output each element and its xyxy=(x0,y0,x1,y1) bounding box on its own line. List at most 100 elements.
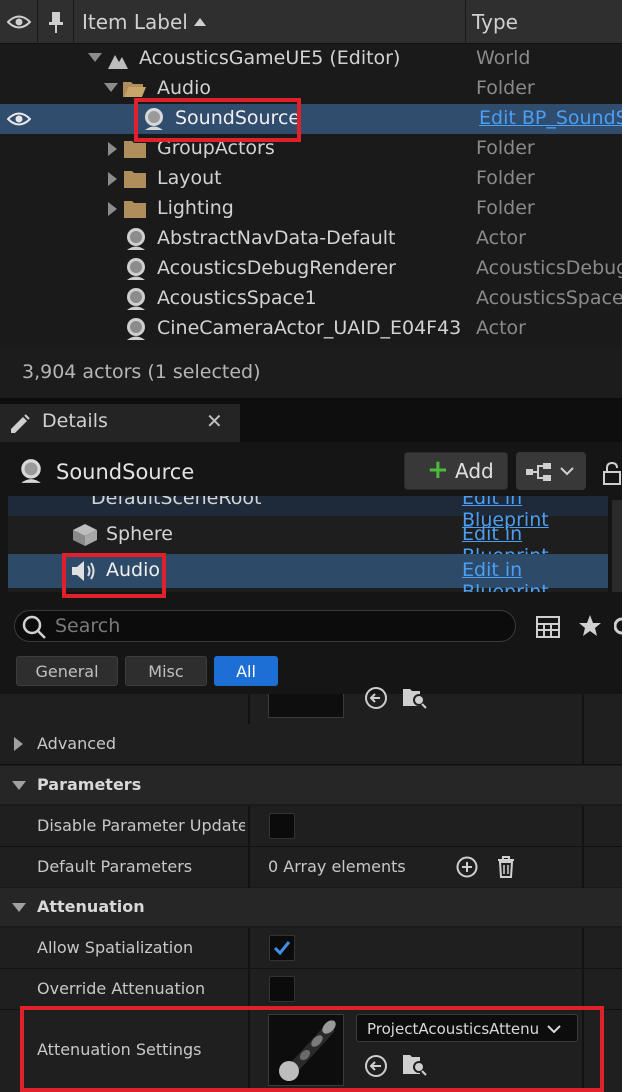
static-mesh-icon xyxy=(73,524,97,546)
outliner-row-abstractnavdata[interactable]: AbstractNavData-Default Actor xyxy=(0,224,622,254)
table-view-icon[interactable] xyxy=(536,616,560,638)
outliner-row-type: AcousticsDebugRenderer xyxy=(476,257,622,279)
outliner-row-world[interactable]: AcousticsGameUE5 (Editor) World xyxy=(0,44,622,74)
array-elements-text: 0 Array elements xyxy=(268,857,406,876)
divider xyxy=(0,764,622,765)
filter-all[interactable]: All xyxy=(214,656,278,686)
outliner-row-label: Layout xyxy=(157,167,222,189)
edit-in-blueprint-link[interactable]: Edit in Blueprint xyxy=(462,559,608,592)
property-attenuation-settings: Attenuation Settings ProjectAcousticsAtt… xyxy=(0,1010,622,1092)
property-allow-spatialization: Allow Spatialization xyxy=(0,928,622,968)
expand-arrow-icon[interactable] xyxy=(14,737,23,751)
details-search[interactable] xyxy=(14,610,516,642)
outliner-row-layout[interactable]: Layout Folder xyxy=(0,164,622,194)
trash-icon[interactable] xyxy=(496,855,516,879)
outliner-row-cinecameraactor[interactable]: CineCameraActor_UAID_E04F43E6 Actor xyxy=(0,314,622,344)
expand-arrow-icon[interactable] xyxy=(108,202,117,216)
component-label: Audio xyxy=(106,559,161,581)
blueprint-options-button[interactable] xyxy=(516,452,586,490)
override-attenuation-checkbox[interactable] xyxy=(269,976,295,1002)
close-icon[interactable]: ✕ xyxy=(206,409,223,433)
folder-icon xyxy=(124,201,146,218)
outliner-row-type: Folder xyxy=(476,197,535,219)
property-label: Attenuation Settings xyxy=(37,1040,202,1059)
component-row-audio[interactable]: Audio Edit in Blueprint xyxy=(8,554,608,592)
outliner-row-label: AbstractNavData-Default xyxy=(157,227,396,249)
collapse-arrow-icon[interactable] xyxy=(12,781,26,790)
outliner-row-label: SoundSource xyxy=(175,107,301,129)
type-header-text: Type xyxy=(472,10,518,34)
outliner-row-label: CineCameraActor_UAID_E04F43E6 xyxy=(157,317,463,339)
item-label-column-header[interactable]: Item Label xyxy=(74,0,466,44)
component-row-defaultsceneroot[interactable]: DefaultSceneRoot Edit in Blueprint xyxy=(8,496,608,531)
pin-icon xyxy=(48,12,63,33)
details-tab-bar: Details ✕ xyxy=(0,398,622,442)
eye-icon[interactable] xyxy=(7,111,31,127)
add-element-icon[interactable] xyxy=(456,856,478,878)
asset-thumbnail[interactable] xyxy=(268,694,344,718)
use-selected-asset-icon[interactable] xyxy=(364,1054,388,1078)
outliner-row-type: Folder xyxy=(476,167,535,189)
property-row-partial xyxy=(0,687,622,724)
outliner-row-lighting[interactable]: Lighting Folder xyxy=(0,194,622,224)
expand-arrow-icon[interactable] xyxy=(108,142,117,156)
outliner-status-bar: 3,904 actors (1 selected) xyxy=(0,348,622,398)
outliner-row-audio-folder[interactable]: Audio Folder xyxy=(0,74,622,104)
category-label: Parameters xyxy=(37,775,142,794)
folder-icon xyxy=(124,141,146,158)
reset-arrow-icon[interactable] xyxy=(364,686,388,710)
expand-arrow-icon[interactable] xyxy=(108,172,117,186)
eye-icon xyxy=(6,15,31,29)
edit-blueprint-link[interactable]: Edit BP_SoundSource xyxy=(479,107,622,129)
search-input[interactable] xyxy=(55,613,505,639)
collapse-arrow-icon[interactable] xyxy=(104,83,118,92)
visibility-column-header[interactable] xyxy=(0,0,38,44)
outliner-row-type: World xyxy=(476,47,531,69)
attenuation-asset-thumbnail[interactable] xyxy=(268,1014,344,1086)
column-divider xyxy=(248,694,250,724)
plus-icon: + xyxy=(427,455,449,485)
hierarchy-icon xyxy=(526,463,551,481)
component-row-sphere[interactable]: Sphere Edit in Blueprint xyxy=(8,518,608,567)
components-scrollbar[interactable] xyxy=(612,500,622,592)
details-tab-label: Details xyxy=(42,410,108,432)
advanced-row[interactable]: Advanced xyxy=(0,724,622,764)
type-column-header[interactable]: Type xyxy=(466,0,622,44)
outliner-row-groupactors[interactable]: GroupActors Folder xyxy=(0,134,622,164)
filter-general[interactable]: General xyxy=(16,656,118,686)
outliner-row-acousticsdebugrenderer[interactable]: AcousticsDebugRenderer AcousticsDebugRen… xyxy=(0,254,622,284)
attenuation-asset-dropdown[interactable]: ProjectAcousticsAttenuation xyxy=(356,1014,578,1042)
pin-column-header[interactable] xyxy=(38,0,74,44)
settings-icon[interactable] xyxy=(614,614,622,638)
category-parameters[interactable]: Parameters xyxy=(0,766,622,804)
add-component-button[interactable]: + Add xyxy=(404,452,508,490)
category-attenuation[interactable]: Attenuation xyxy=(0,888,622,926)
star-icon[interactable] xyxy=(578,614,602,638)
item-label-header-text: Item Label xyxy=(82,10,188,34)
browse-asset-icon[interactable] xyxy=(402,686,428,710)
details-tab[interactable]: Details ✕ xyxy=(0,404,240,442)
column-divider xyxy=(582,694,584,764)
outliner-row-soundsource[interactable]: SoundSource Edit BP_SoundSource xyxy=(0,104,622,134)
add-button-label: Add xyxy=(455,459,494,483)
lock-icon[interactable] xyxy=(602,462,622,486)
browse-asset-icon[interactable] xyxy=(402,1052,428,1078)
column-divider xyxy=(248,806,250,888)
outliner-tree: AcousticsGameUE5 (Editor) World Audio Fo… xyxy=(0,44,622,346)
divider xyxy=(0,968,622,969)
disable-parameter-updates-checkbox[interactable] xyxy=(269,813,295,839)
allow-spatialization-checkbox[interactable] xyxy=(269,935,295,961)
actor-count-text: 3,904 actors (1 selected) xyxy=(22,361,261,383)
collapse-arrow-icon[interactable] xyxy=(12,903,26,912)
column-divider xyxy=(582,928,584,1092)
property-override-attenuation: Override Attenuation xyxy=(0,969,622,1009)
column-divider xyxy=(582,806,584,888)
outliner-row-type: AcousticsSpace xyxy=(476,287,622,309)
component-label: Sphere xyxy=(106,523,173,545)
outliner-row-label: Lighting xyxy=(157,197,234,219)
world-outliner: Item Label Type AcousticsGameUE5 (Editor… xyxy=(0,0,622,398)
outliner-row-acousticsspace1[interactable]: AcousticsSpace1 AcousticsSpace xyxy=(0,284,622,314)
collapse-arrow-icon[interactable] xyxy=(88,53,102,62)
filter-misc[interactable]: Misc xyxy=(125,656,207,686)
outliner-row-type: Folder xyxy=(476,77,535,99)
